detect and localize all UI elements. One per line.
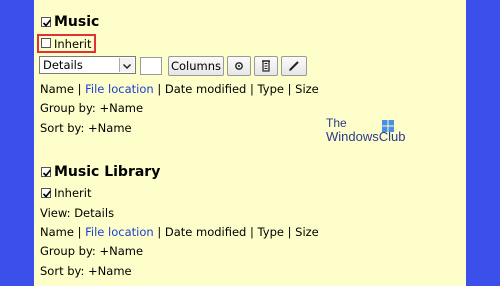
columns-button[interactable]: Columns bbox=[168, 56, 224, 76]
column-separator: | bbox=[250, 82, 254, 96]
clear-icon bbox=[262, 60, 270, 72]
column-file-location[interactable]: File location bbox=[85, 82, 154, 96]
column-separator: | bbox=[250, 225, 254, 239]
checkmark-icon bbox=[42, 169, 52, 177]
settings-panel: Music Inherit Details Columns Name | Fil… bbox=[34, 0, 466, 286]
windows-logo-icon bbox=[382, 120, 394, 132]
column-separator: | bbox=[77, 225, 82, 239]
watermark-line2: WindowsClub bbox=[326, 129, 406, 144]
music-library-title: Music Library bbox=[54, 164, 161, 180]
music-library-inherit-checkbox[interactable] bbox=[41, 188, 52, 198]
clear-button[interactable] bbox=[254, 56, 278, 76]
column-separator: | bbox=[77, 82, 82, 96]
music-library-group-by: Group by: +Name bbox=[40, 244, 144, 258]
music-inherit-label: Inherit bbox=[54, 37, 92, 51]
screen: { "music": { "checkbox_checked": true, "… bbox=[0, 0, 500, 286]
column-name: Name bbox=[40, 225, 74, 239]
column-type: Type bbox=[257, 82, 284, 96]
checkmark-icon bbox=[42, 190, 52, 198]
column-separator: | bbox=[287, 82, 292, 96]
view-select-value: Details bbox=[43, 58, 83, 72]
view-select[interactable]: Details bbox=[39, 56, 136, 74]
music-library-sort-by: Sort by: +Name bbox=[40, 264, 132, 278]
watermark-logo: The WindowsClub bbox=[326, 117, 405, 144]
music-library-view: View: Details bbox=[40, 206, 115, 220]
column-size: Size bbox=[295, 225, 319, 239]
column-separator: | bbox=[157, 82, 162, 96]
column-date-modified: Date modified bbox=[164, 82, 247, 96]
gear-button[interactable] bbox=[227, 56, 251, 76]
music-inherit-checkbox[interactable] bbox=[41, 38, 51, 48]
column-separator: | bbox=[287, 225, 292, 239]
music-sort-by: Sort by: +Name bbox=[40, 121, 132, 135]
edit-icon bbox=[289, 61, 299, 71]
music-title: Music bbox=[54, 14, 100, 30]
checkmark-icon bbox=[42, 19, 52, 27]
column-size: Size bbox=[295, 82, 319, 96]
music-group-by: Group by: +Name bbox=[40, 101, 144, 115]
edit-button[interactable] bbox=[281, 56, 307, 76]
music-library-columns-row: Name | File location | Date modified | T… bbox=[40, 225, 319, 239]
column-separator: | bbox=[157, 225, 162, 239]
view-size-field[interactable] bbox=[140, 57, 162, 75]
column-name: Name bbox=[40, 82, 74, 96]
music-library-checkbox[interactable] bbox=[41, 167, 52, 177]
column-type: Type bbox=[257, 225, 284, 239]
column-file-location[interactable]: File location bbox=[85, 225, 154, 239]
music-checkbox[interactable] bbox=[41, 17, 52, 27]
music-library-inherit-label: Inherit bbox=[54, 186, 92, 200]
music-columns-row: Name | File location | Date modified | T… bbox=[40, 82, 319, 96]
gear-icon bbox=[235, 62, 243, 70]
column-date-modified: Date modified bbox=[164, 225, 247, 239]
chevron-down-icon[interactable] bbox=[119, 58, 134, 72]
